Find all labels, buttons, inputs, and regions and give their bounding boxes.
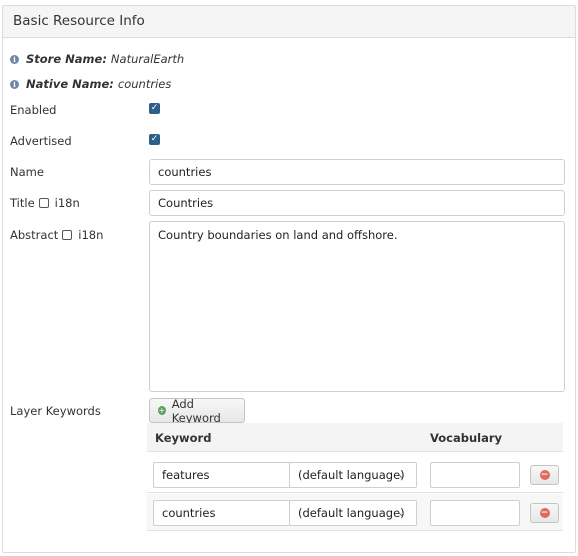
title-input[interactable]: Countries (149, 190, 565, 216)
vocabulary-input[interactable] (430, 500, 520, 526)
abstract-textarea[interactable]: Country boundaries on land and offshore. (149, 221, 565, 392)
title-label: Title (10, 196, 35, 210)
advertised-label: Advertised (10, 134, 72, 148)
store-name-label: Store Name: (26, 52, 107, 66)
language-select-value: (default language) (298, 468, 405, 482)
panel-title: Basic Resource Info (3, 6, 575, 38)
keyword-input[interactable]: countries (153, 500, 291, 526)
add-keyword-button[interactable]: + Add Keyword (149, 396, 245, 425)
enabled-checkbox[interactable]: ✓ (149, 103, 160, 114)
advertised-checkbox[interactable]: ✓ (149, 134, 160, 145)
info-icon: i (10, 79, 19, 89)
native-name-value: countries (117, 77, 172, 91)
abstract-label: Abstract (10, 228, 59, 242)
keywords-table-header: Keyword Vocabulary (147, 423, 563, 452)
name-input[interactable]: countries (149, 159, 565, 185)
abstract-i18n-label: i18n (78, 228, 104, 242)
title-i18n-checkbox[interactable] (38, 198, 49, 208)
remove-keyword-button[interactable]: − (530, 503, 559, 523)
table-row: countries (default language) ⌄ − (147, 494, 563, 531)
col-vocabulary-header: Vocabulary (430, 431, 503, 445)
table-row: features (default language) ⌄ − (147, 456, 563, 493)
title-label-row: Title i18n (10, 196, 80, 210)
info-icon: i (10, 54, 19, 64)
language-select-value: (default language) (298, 506, 405, 520)
plus-icon: + (158, 406, 166, 415)
enabled-label: Enabled (10, 103, 57, 117)
keyword-input[interactable]: features (153, 462, 291, 488)
minus-icon: − (539, 508, 550, 518)
chevron-down-icon: ⌄ (397, 470, 406, 481)
native-name-label: Native Name: (26, 77, 114, 91)
native-name-row: i Native Name: countries (10, 77, 171, 91)
abstract-i18n-checkbox[interactable] (62, 230, 73, 240)
title-i18n-label: i18n (54, 196, 80, 210)
remove-keyword-button[interactable]: − (530, 465, 559, 485)
minus-icon: − (539, 470, 550, 480)
store-name-row: i Store Name: NaturalEarth (10, 52, 184, 66)
col-keyword-header: Keyword (155, 431, 212, 445)
layer-keywords-label: Layer Keywords (10, 404, 101, 418)
name-label: Name (10, 165, 44, 179)
abstract-label-row: Abstract i18n (10, 228, 103, 242)
add-keyword-label: Add Keyword (171, 396, 221, 425)
keywords-table: Keyword Vocabulary features (default lan… (147, 423, 563, 534)
language-select[interactable]: (default language) ⌄ (289, 500, 417, 526)
vocabulary-input[interactable] (430, 462, 520, 488)
store-name-value: NaturalEarth (110, 52, 185, 66)
language-select[interactable]: (default language) ⌄ (289, 462, 417, 488)
chevron-down-icon: ⌄ (397, 508, 406, 519)
